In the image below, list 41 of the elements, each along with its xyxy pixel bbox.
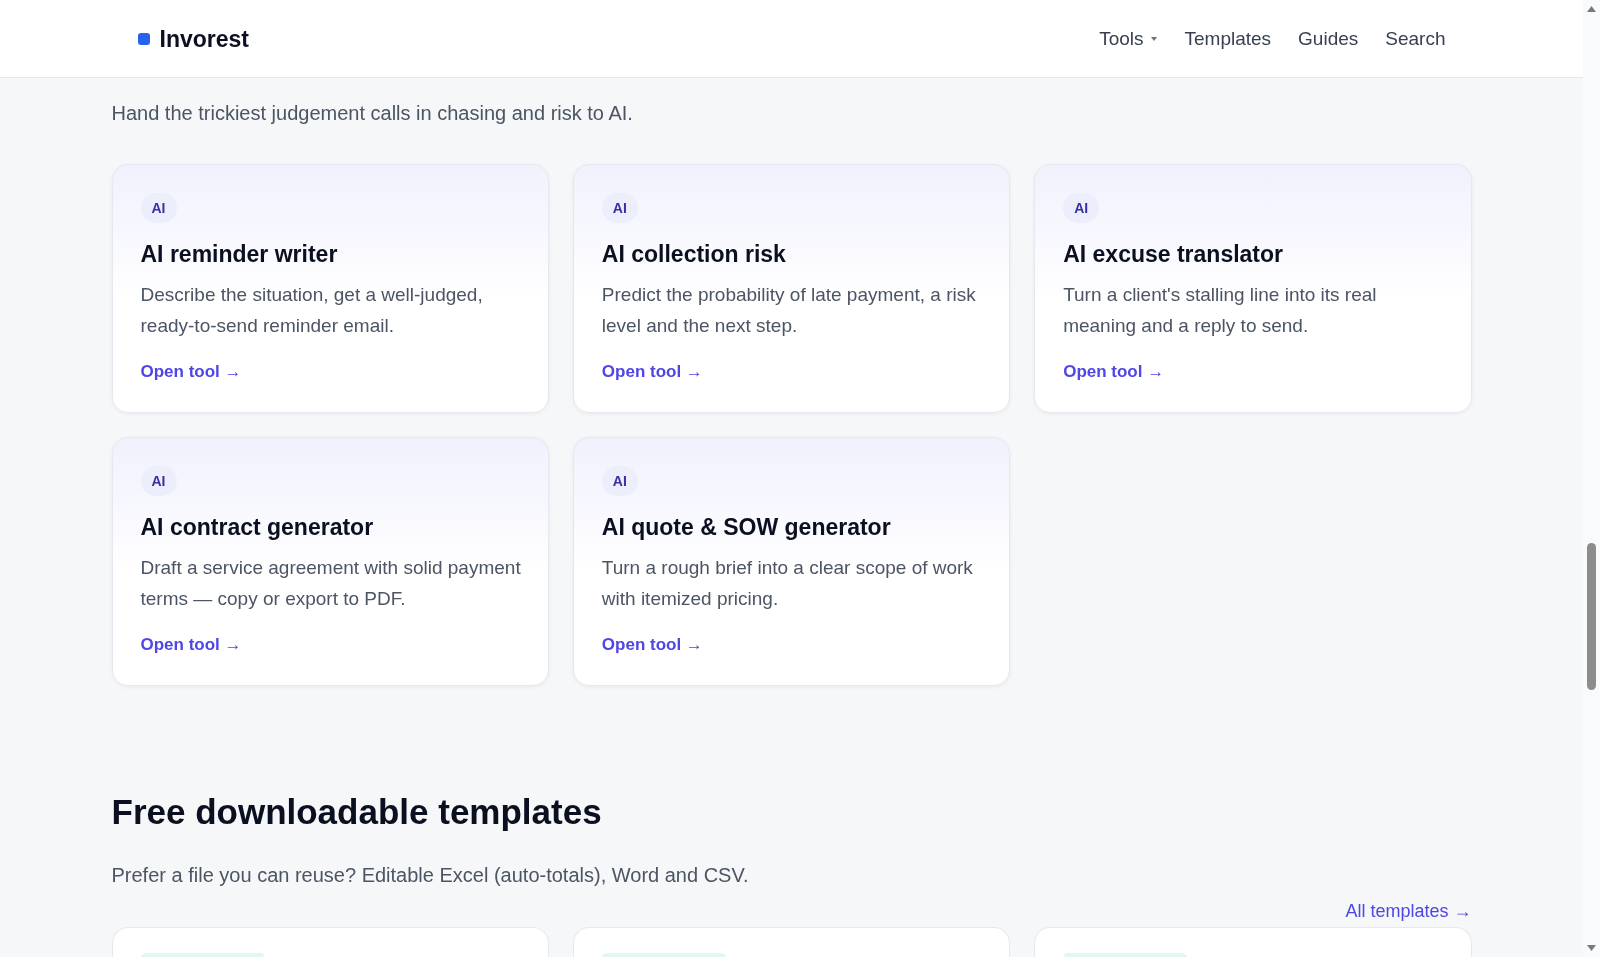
card-description: Predict the probability of late payment, a risk level and the next step. (601, 283, 977, 338)
card-title: AI contract generator (140, 513, 375, 542)
section-subtitle: Prefer a file you can reuse? Editable Excel (auto-totals), Word and CSV. (111, 863, 750, 888)
nav-link[interactable]: Search (1385, 26, 1446, 51)
open-tool-link[interactable]: Open tool → (1063, 360, 1165, 384)
tool-card[interactable]: AI AI quote & SOW generator Turn a rough brief into a clear scope of work with itemized pricing. Open tool → (572, 437, 1011, 686)
ai-badge: AI (140, 466, 177, 496)
all-templates-link[interactable]: All templates → (1345, 899, 1472, 923)
open-tool-link[interactable]: Open tool → (140, 360, 242, 384)
brand-name[interactable]: Invorest (159, 24, 249, 53)
open-tool-link[interactable]: Open tool → (140, 633, 242, 657)
section-subtitle: Hand the trickiest judgement calls in chasing and risk to AI. (111, 101, 634, 126)
card-description: Describe the situation, get a well-judged, ready-to-send reminder email. (140, 283, 484, 338)
nav-menu-button[interactable]: Tools (1099, 26, 1158, 51)
scroll-down-arrow-icon[interactable] (1587, 945, 1596, 951)
section-heading: Free downloadable templates (111, 791, 603, 833)
ai-badge: AI (601, 466, 638, 496)
ai-badge: AI (140, 193, 177, 223)
tool-card[interactable]: AI AI collection risk Predict the probability of late payment, a risk level and the next step. Open tool → (572, 164, 1011, 413)
card-title: AI quote & SOW generator (601, 513, 892, 542)
card-title: AI excuse translator (1063, 240, 1285, 269)
ai-badge: AI (1063, 193, 1100, 223)
nav-link[interactable]: Templates (1184, 26, 1272, 51)
card-description: Turn a rough brief into a clear scope of work with itemized pricing. (601, 556, 974, 611)
template-card[interactable] (572, 927, 1011, 957)
scroll-up-arrow-icon[interactable] (1587, 6, 1596, 12)
nav-link[interactable]: Guides (1298, 26, 1359, 51)
card-description: Turn a client's stalling line into its real meaning and a reply to send. (1063, 283, 1378, 338)
card-title: AI reminder writer (140, 240, 339, 269)
tool-card[interactable]: AI AI excuse translator Turn a client's stalling line into its real meaning and a reply to send. Open tool → (1034, 164, 1472, 413)
tool-card[interactable]: AI AI reminder writer Describe the situation, get a well-judged, ready-to-send reminder email. Open tool → (111, 164, 549, 413)
open-tool-link[interactable]: Open tool → (601, 633, 703, 657)
logo-square-icon (137, 32, 150, 45)
open-tool-link[interactable]: Open tool → (601, 360, 703, 384)
card-title: AI collection risk (601, 240, 787, 269)
template-card[interactable] (111, 927, 549, 957)
template-card[interactable] (1034, 927, 1472, 957)
card-description: Draft a service agreement with solid payment terms — copy or export to PDF. (140, 556, 522, 611)
ai-badge: AI (601, 193, 638, 223)
scrollbar-thumb[interactable] (1587, 543, 1596, 690)
tool-card[interactable]: AI AI contract generator Draft a service agreement with solid payment terms — copy or export to PDF. Open tool → (111, 437, 549, 686)
